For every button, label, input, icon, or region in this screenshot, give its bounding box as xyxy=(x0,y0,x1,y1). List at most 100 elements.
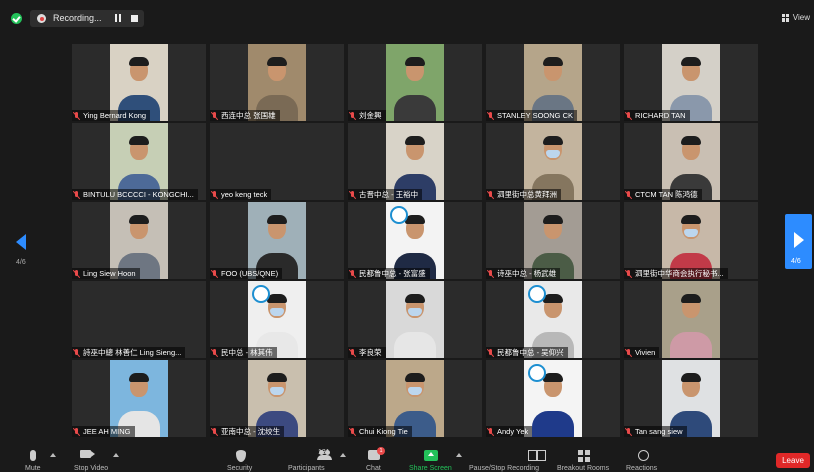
participant-name-tag: 亚南中总 - 沈绞生 xyxy=(210,426,285,437)
participant-person-figure xyxy=(532,136,574,200)
participant-name: CTCM TAN 陈鸿德 xyxy=(635,190,698,199)
muted-mic-icon xyxy=(488,427,494,436)
participant-tile[interactable]: 民中总 - 林其伟 xyxy=(210,281,344,358)
face-mask xyxy=(408,387,422,395)
leave-meeting-button[interactable]: Leave xyxy=(776,453,810,468)
participant-tile[interactable]: 刘金興 xyxy=(348,44,482,121)
participant-name: yeo keng teck xyxy=(221,190,268,199)
participant-name-tag: FOO (UBS/QNE) xyxy=(210,268,283,279)
video-options-caret-icon[interactable] xyxy=(113,453,119,457)
participant-tile[interactable]: BINTULU BCCCCI - KONGCHI... xyxy=(72,123,206,200)
participant-tile[interactable]: 泗里街中华商会执行秘书... xyxy=(624,202,758,279)
muted-mic-icon xyxy=(74,190,80,199)
recording-dot-icon xyxy=(37,14,46,23)
participant-name: 民都鲁中总 - 张富盛 xyxy=(359,269,426,278)
muted-mic-icon xyxy=(626,190,632,199)
participant-tile[interactable]: 亚南中总 - 沈绞生 xyxy=(210,360,344,437)
next-page-button[interactable]: 4/6 xyxy=(785,214,812,269)
security-label: Security xyxy=(227,465,253,472)
muted-mic-icon xyxy=(488,348,494,357)
participant-tile[interactable]: Tan sang siew xyxy=(624,360,758,437)
reactions-button[interactable]: Reactions xyxy=(624,444,662,472)
mute-label: Mute xyxy=(25,465,41,472)
security-button[interactable]: Security xyxy=(225,444,257,472)
participant-tile[interactable]: 泗里街中总黄拜洲 xyxy=(486,123,620,200)
muted-mic-icon xyxy=(350,427,356,436)
participant-tile[interactable]: 民都鲁中总 - 吴仰兴 xyxy=(486,281,620,358)
participant-person-figure xyxy=(532,294,574,358)
participant-tile[interactable]: CTCM TAN 陈鸿德 xyxy=(624,123,758,200)
participant-tile[interactable]: 詩巫中總 林善仁 Ling Sieng... xyxy=(72,281,206,358)
muted-mic-icon xyxy=(626,269,632,278)
participant-tile[interactable]: JEE AH MING xyxy=(72,360,206,437)
reactions-smiley-icon xyxy=(638,450,649,461)
participant-tile[interactable]: RICHARD TAN xyxy=(624,44,758,121)
participant-tile[interactable]: Ying Bernard Kong xyxy=(72,44,206,121)
participant-name-tag: 诗巫中总 - 杨武雄 xyxy=(486,268,561,279)
participant-tile[interactable]: 民都鲁中总 - 张富盛 xyxy=(348,202,482,279)
muted-mic-icon xyxy=(212,427,218,436)
recording-indicator: Recording... xyxy=(30,10,144,27)
participant-name: 刘金興 xyxy=(359,111,382,120)
participant-tile[interactable]: yeo keng teck xyxy=(210,123,344,200)
page-indicator-left: 4/6 xyxy=(16,259,26,266)
pause-stop-recording-button[interactable]: Pause/Stop Recording xyxy=(468,444,546,472)
grid-view-icon xyxy=(781,13,790,22)
pause-stop-recording-label: Pause/Stop Recording xyxy=(469,465,540,472)
muted-mic-icon xyxy=(212,269,218,278)
participant-tile[interactable]: 李良荣 xyxy=(348,281,482,358)
participant-person-figure xyxy=(256,57,298,121)
participant-tile[interactable]: Chui Kiong Tie xyxy=(348,360,482,437)
muted-mic-icon xyxy=(74,269,80,278)
participants-button[interactable]: 131 Participants xyxy=(286,444,336,472)
previous-page-button[interactable]: 4/6 xyxy=(12,232,34,268)
participant-person-figure xyxy=(256,294,298,358)
participant-tile[interactable]: Ling Siew Hoon xyxy=(72,202,206,279)
participant-person-figure xyxy=(532,57,574,121)
chat-button[interactable]: 1 Chat xyxy=(362,444,386,472)
muted-mic-icon xyxy=(488,190,494,199)
face-mask xyxy=(270,387,284,395)
share-screen-button[interactable]: Share Screen xyxy=(406,444,456,472)
participant-person-figure xyxy=(394,373,436,437)
muted-mic-icon xyxy=(350,190,356,199)
audio-options-caret-icon[interactable] xyxy=(50,453,56,457)
stop-video-label: Stop Video xyxy=(74,465,109,472)
page-indicator-right: 4/6 xyxy=(791,258,801,265)
participants-caret-icon[interactable] xyxy=(340,453,346,457)
share-options-caret-icon[interactable] xyxy=(456,453,462,457)
chamber-logo-icon xyxy=(390,206,408,224)
muted-mic-icon xyxy=(74,348,80,357)
participant-tile[interactable]: Andy Yek xyxy=(486,360,620,437)
view-button[interactable]: View xyxy=(781,13,810,22)
participant-tile[interactable]: 诗巫中总 - 杨武雄 xyxy=(486,202,620,279)
participant-tile[interactable]: FOO (UBS/QNE) xyxy=(210,202,344,279)
participant-person-figure xyxy=(394,294,436,358)
participant-tile[interactable]: STANLEY SOONG CK xyxy=(486,44,620,121)
participant-tile[interactable]: 古晋中总 - 王裕中 xyxy=(348,123,482,200)
participant-name: 李良荣 xyxy=(359,348,382,357)
participant-name: BINTULU BCCCCI - KONGCHI... xyxy=(83,190,194,199)
stop-video-button[interactable]: Stop Video xyxy=(72,444,116,472)
mute-button[interactable]: Mute xyxy=(22,444,46,472)
participant-person-figure xyxy=(118,215,160,279)
participant-person-figure xyxy=(118,136,160,200)
stop-recording-icon[interactable] xyxy=(131,15,138,22)
pause-recording-icon[interactable] xyxy=(114,14,122,23)
breakout-rooms-button[interactable]: Breakout Rooms xyxy=(555,444,613,472)
encryption-shield-icon[interactable] xyxy=(11,13,22,24)
muted-mic-icon xyxy=(626,348,632,357)
participant-name: STANLEY SOONG CK xyxy=(497,111,573,120)
muted-mic-icon xyxy=(350,111,356,120)
participant-name: JEE AH MING xyxy=(83,427,131,436)
participant-name: Andy Yek xyxy=(497,427,529,436)
participant-name: Chui Kiong Tie xyxy=(359,427,408,436)
participant-tile[interactable]: Vivien xyxy=(624,281,758,358)
participant-person-figure xyxy=(670,294,712,358)
participant-name: Tan sang siew xyxy=(635,427,683,436)
arrow-right-icon xyxy=(794,232,804,248)
participant-tile[interactable]: 西连中总 张国雄 xyxy=(210,44,344,121)
video-gallery: Ying Bernard Kong 西连中总 张国雄 刘金興 STANLEY SOON… xyxy=(72,44,758,440)
view-label: View xyxy=(792,13,810,22)
chamber-logo-icon xyxy=(252,285,270,303)
